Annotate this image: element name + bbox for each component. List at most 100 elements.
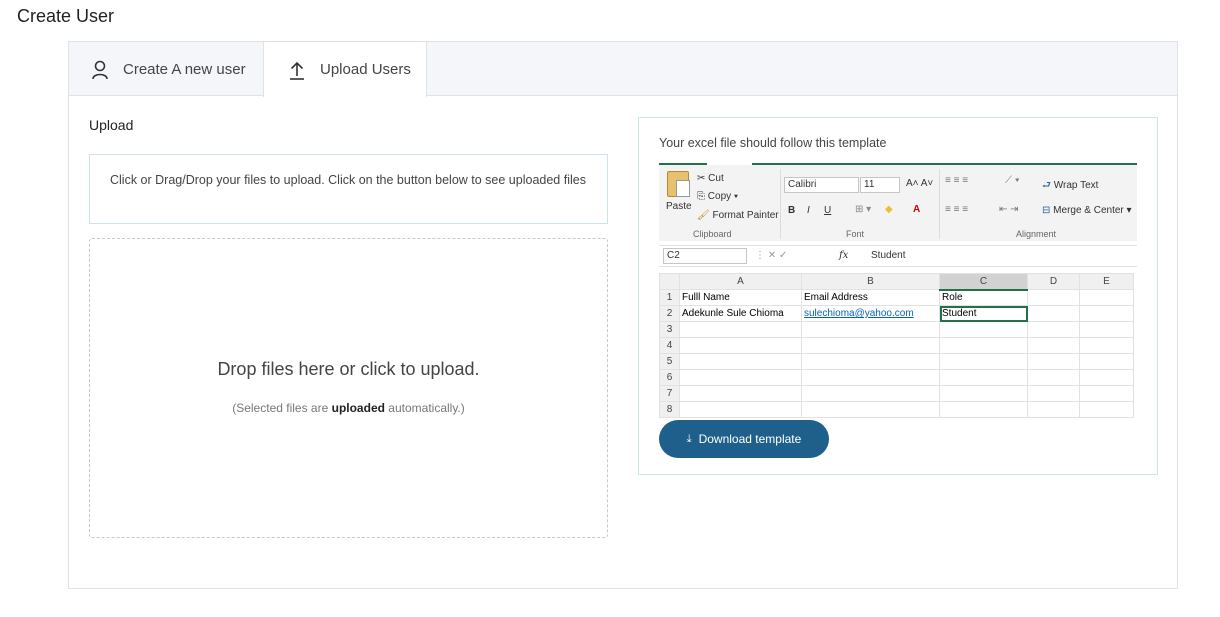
cell: [1027, 401, 1080, 418]
table-row: 6: [659, 369, 1134, 386]
download-template-label: Download template: [698, 432, 802, 446]
brush-icon: 🖌: [697, 210, 710, 221]
row-number: 4: [659, 337, 680, 354]
cell: [801, 401, 940, 418]
font-group-label: Font: [846, 229, 865, 239]
copy-item: ⎘ Copy ▾: [697, 191, 739, 202]
bold-icon: B: [788, 205, 796, 216]
alignment-group-label: Alignment: [1016, 229, 1057, 239]
table-row: 7: [659, 385, 1134, 402]
cell: [1079, 401, 1134, 418]
format-painter-item: 🖌 Format Painter: [697, 210, 779, 221]
upload-instructions: Click or Drag/Drop your files to upload.…: [89, 154, 608, 224]
cell: [1027, 337, 1080, 354]
align-left-icon: ≡ ≡ ≡: [945, 204, 969, 215]
upload-section-label: Upload: [89, 117, 134, 133]
tab-upload-users[interactable]: Upload Users: [263, 42, 427, 97]
column-header: D: [1027, 273, 1080, 290]
cell: [1079, 289, 1134, 306]
upload-icon: [286, 59, 308, 81]
wrap-text-label: Wrap Text: [1053, 180, 1099, 191]
font-name-box: Calibri: [784, 177, 859, 193]
cell: [939, 369, 1028, 386]
excel-template-preview: Paste ✂ Cut ⎘ Copy ▾ 🖌 Format Painter Cl…: [659, 163, 1137, 420]
tab-bar: Create A new user Upload Users: [69, 42, 1177, 97]
border-icon: ⊞ ▾: [855, 204, 872, 215]
orientation-icon: ⟋ ▾: [1005, 175, 1020, 186]
cell: [1027, 353, 1080, 370]
cell: Adekunle Sule Chioma: [679, 305, 802, 322]
name-box: C2: [663, 248, 747, 264]
wrap-text-icon: ⮐: [1042, 180, 1051, 191]
create-user-card: Create A new user Upload Users Upload Cl…: [68, 41, 1178, 589]
cell: Email Address: [801, 289, 940, 306]
cell: Role: [939, 289, 1028, 306]
table-row: 2 Adekunle Sule Chioma sulechioma@yahoo.…: [659, 305, 1134, 322]
file-dropzone[interactable]: Drop files here or click to upload. (Sel…: [89, 238, 608, 538]
tab-create-new-user[interactable]: Create A new user: [89, 42, 246, 97]
column-header: C: [939, 273, 1028, 291]
row-number: 1: [659, 289, 680, 306]
cell: [801, 369, 940, 386]
format-painter-label: Format Painter: [712, 210, 779, 221]
cell: [1027, 385, 1080, 402]
fill-color-icon: ◆: [885, 204, 893, 215]
formula-value: Student: [871, 250, 906, 261]
cut-label: Cut: [708, 173, 724, 184]
cell: [939, 385, 1028, 402]
italic-icon: I: [807, 205, 810, 216]
table-row: 3: [659, 321, 1134, 338]
paste-label: Paste: [666, 201, 692, 212]
font-grow-icon: A˄ A˅: [906, 178, 934, 189]
scissors-icon: ✂: [697, 173, 706, 184]
cell: [679, 401, 802, 418]
copy-label: Copy: [707, 191, 732, 202]
row-number: 3: [659, 321, 680, 338]
underline-icon: U: [824, 205, 832, 216]
cell: [679, 353, 802, 370]
cell-active: Student: [939, 305, 1028, 322]
column-header: A: [679, 273, 802, 290]
cell: [1079, 369, 1134, 386]
fx-icon: fx: [839, 250, 849, 261]
table-row: 5: [659, 353, 1134, 370]
cell: [939, 337, 1028, 354]
tab-upload-label: Upload Users: [320, 61, 411, 78]
align-top-icon: ≡ ≡ ≡: [945, 175, 969, 186]
excel-ribbon: Paste ✂ Cut ⎘ Copy ▾ 🖌 Format Painter Cl…: [659, 163, 1137, 241]
tab-create-label: Create A new user: [123, 61, 246, 78]
indent-icon: ⇤ ⇥: [999, 204, 1019, 215]
cell: [1079, 353, 1134, 370]
dropzone-message: Drop files here or click to upload.: [217, 359, 480, 379]
dropzone-note: (Selected files are uploaded automatical…: [90, 401, 607, 415]
cell: [1027, 289, 1080, 306]
row-number: 7: [659, 385, 680, 402]
cell: [1027, 321, 1080, 338]
cell: [1079, 385, 1134, 402]
cell: [679, 321, 802, 338]
template-panel: Your excel file should follow this templ…: [638, 117, 1158, 475]
cell: [801, 385, 940, 402]
copy-icon: ⎘: [697, 191, 705, 202]
template-caption: Your excel file should follow this templ…: [659, 136, 887, 150]
spreadsheet-table: A B C D E 1 Fulll Name Email Address Rol…: [659, 273, 1134, 418]
dropzone-note-suffix: automatically.): [384, 401, 465, 415]
row-number: 8: [659, 401, 680, 418]
row-number: 2: [659, 305, 680, 322]
page-title: Create User: [17, 6, 115, 26]
cell: [679, 337, 802, 354]
table-row: 1 Fulll Name Email Address Role: [659, 289, 1134, 306]
cell: [679, 369, 802, 386]
cell: [939, 321, 1028, 338]
download-template-button[interactable]: ⤓ Download template: [659, 420, 829, 458]
cell: [1027, 369, 1080, 386]
cell: [1079, 321, 1134, 338]
merge-center-label: Merge & Center: [1053, 205, 1124, 216]
row-number: 5: [659, 353, 680, 370]
column-header: E: [1079, 273, 1134, 290]
corner-cell: [659, 273, 680, 290]
cell: Fulll Name: [679, 289, 802, 306]
paste-icon: [667, 171, 690, 197]
dropzone-note-bold: uploaded: [331, 401, 385, 415]
table-row: 8: [659, 401, 1134, 418]
